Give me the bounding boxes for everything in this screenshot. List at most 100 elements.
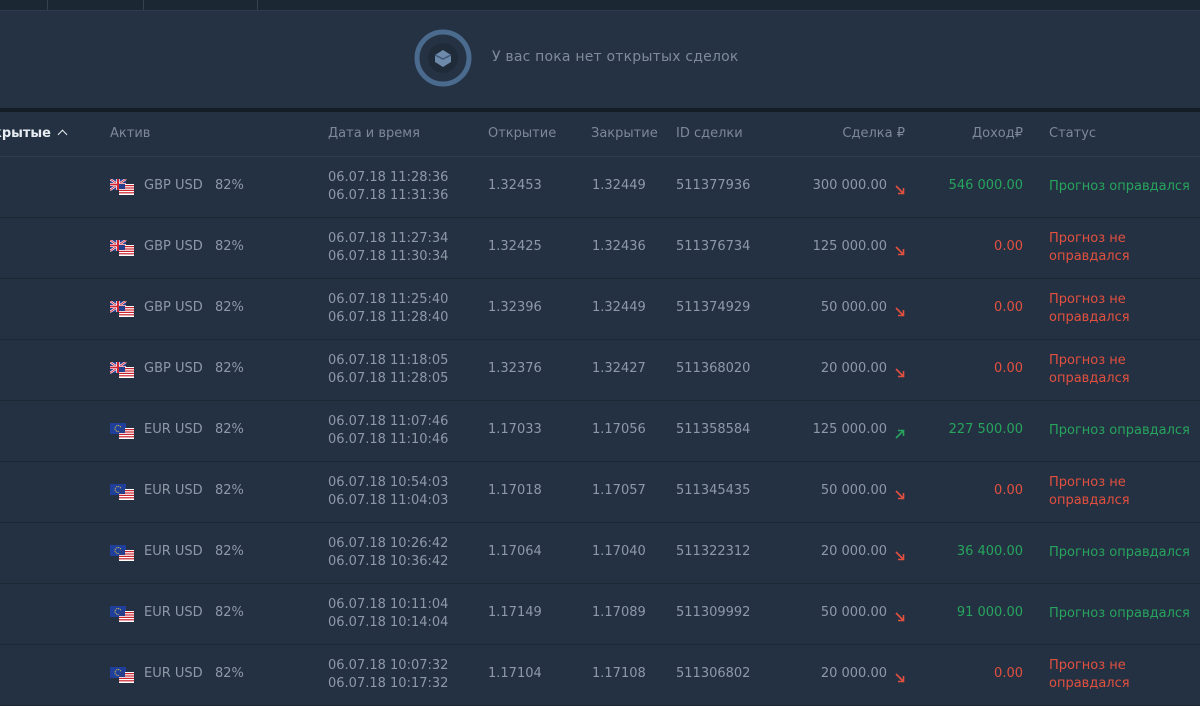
asset-name: GBP USD bbox=[144, 178, 203, 193]
close-price: 1.32449 bbox=[592, 178, 646, 193]
deal-amount: 20 000.00 bbox=[820, 666, 887, 681]
arrow-down-right-icon bbox=[894, 547, 906, 561]
deal-datetime: 06.07.18 11:07:46 06.07.18 11:10:46 bbox=[328, 413, 448, 449]
deal-id: 511306802 bbox=[676, 666, 751, 681]
deal-income: 0.00 bbox=[994, 666, 1023, 681]
close-price: 1.17108 bbox=[592, 666, 646, 681]
deal-income: 0.00 bbox=[994, 361, 1023, 376]
asset-payout: 82% bbox=[215, 300, 244, 315]
table-row[interactable]: EUR USD 82% 06.07.18 11:07:46 06.07.18 11:1… bbox=[0, 401, 1200, 462]
deal-datetime: 06.07.18 11:18:05 06.07.18 11:28:05 bbox=[328, 352, 448, 388]
deal-income: 0.00 bbox=[994, 483, 1023, 498]
deal-amount: 50 000.00 bbox=[820, 605, 887, 620]
empty-deals-message: У вас пока нет открытых сделок bbox=[492, 49, 739, 65]
table-row[interactable]: GBP USD 82% 06.07.18 11:18:05 06.07.18 11:2… bbox=[0, 340, 1200, 401]
open-price: 1.32376 bbox=[488, 361, 542, 376]
deal-amount: 20 000.00 bbox=[820, 361, 887, 376]
arrow-up-right-icon bbox=[894, 425, 906, 439]
sort-label: крытые bbox=[0, 126, 51, 141]
deal-status: Прогноз не оправдался bbox=[1049, 474, 1130, 510]
closed-deals-sort-toggle[interactable]: крытые bbox=[0, 126, 68, 141]
deal-id: 511358584 bbox=[676, 422, 751, 437]
deal-status: Прогноз оправдался bbox=[1049, 605, 1190, 623]
deal-open-time: 06.07.18 11:25:40 bbox=[328, 292, 449, 307]
table-row[interactable]: EUR USD 82% 06.07.18 10:26:42 06.07.18 10:3… bbox=[0, 523, 1200, 584]
asset-name: GBP USD bbox=[144, 361, 203, 376]
table-row[interactable]: EUR USD 82% 06.07.18 10:54:03 06.07.18 11:0… bbox=[0, 462, 1200, 523]
deal-id: 511377936 bbox=[676, 178, 751, 193]
deal-status: Прогноз оправдался bbox=[1049, 544, 1190, 562]
deal-amount: 50 000.00 bbox=[820, 483, 887, 498]
deal-close-time: 06.07.18 11:30:34 bbox=[328, 249, 449, 264]
open-price: 1.17033 bbox=[488, 422, 542, 437]
gb-us-flag-icon bbox=[109, 178, 134, 195]
deal-status-line: Прогноз не bbox=[1049, 231, 1126, 246]
chevron-up-icon bbox=[57, 129, 68, 140]
deal-status-line: Прогноз не bbox=[1049, 353, 1126, 368]
close-price: 1.17056 bbox=[592, 422, 646, 437]
top-tab[interactable] bbox=[144, 0, 258, 10]
deal-status-line: Прогноз не bbox=[1049, 658, 1126, 673]
eu-us-flag-icon bbox=[110, 606, 134, 622]
deal-status-line: оправдался bbox=[1049, 493, 1130, 508]
close-price: 1.17040 bbox=[592, 544, 646, 559]
asset-payout: 82% bbox=[215, 605, 244, 620]
deal-status-line: Прогноз оправдался bbox=[1049, 606, 1190, 621]
close-price: 1.32427 bbox=[592, 361, 646, 376]
top-tab[interactable] bbox=[48, 0, 144, 10]
asset-name: EUR USD bbox=[144, 422, 203, 437]
table-row[interactable]: GBP USD 82% 06.07.18 11:27:34 06.07.18 11:3… bbox=[0, 218, 1200, 279]
deal-status-line: Прогноз оправдался bbox=[1049, 423, 1190, 438]
deal-close-time: 06.07.18 10:14:04 bbox=[328, 615, 449, 630]
deal-datetime: 06.07.18 10:26:42 06.07.18 10:36:42 bbox=[328, 535, 448, 571]
deal-status-line: Прогноз оправдался bbox=[1049, 545, 1190, 560]
arrow-down-right-icon bbox=[894, 303, 906, 317]
top-tab[interactable] bbox=[0, 0, 48, 10]
table-row[interactable]: GBP USD 82% 06.07.18 11:25:40 06.07.18 11:2… bbox=[0, 279, 1200, 340]
close-price: 1.32436 bbox=[592, 239, 646, 254]
deal-id: 511368020 bbox=[676, 361, 751, 376]
deal-datetime: 06.07.18 10:54:03 06.07.18 11:04:03 bbox=[328, 474, 448, 510]
deal-id: 511374929 bbox=[676, 300, 751, 315]
deal-amount: 50 000.00 bbox=[820, 300, 887, 315]
header-open: Открытие bbox=[488, 126, 557, 141]
arrow-down-right-icon bbox=[894, 608, 906, 622]
arrow-down-right-icon bbox=[894, 486, 906, 500]
deal-open-time: 06.07.18 10:26:42 bbox=[328, 536, 449, 551]
deal-open-time: 06.07.18 11:18:05 bbox=[328, 353, 449, 368]
header-id: ID сделки bbox=[676, 126, 743, 141]
eu-us-flag-icon bbox=[110, 545, 134, 561]
asset-name: EUR USD bbox=[144, 605, 203, 620]
deal-close-time: 06.07.18 11:28:40 bbox=[328, 310, 449, 325]
asset-payout: 82% bbox=[215, 239, 244, 254]
table-row[interactable]: EUR USD 82% 06.07.18 10:11:04 06.07.18 10:1… bbox=[0, 584, 1200, 645]
deal-open-time: 06.07.18 11:28:36 bbox=[328, 170, 449, 185]
deal-amount: 20 000.00 bbox=[820, 544, 887, 559]
deal-status-line: Прогноз оправдался bbox=[1049, 179, 1190, 194]
deal-close-time: 06.07.18 11:10:46 bbox=[328, 432, 449, 447]
open-price: 1.17064 bbox=[488, 544, 542, 559]
deal-status-line: оправдался bbox=[1049, 676, 1130, 691]
gb-us-flag-icon bbox=[109, 361, 134, 378]
deal-status: Прогноз оправдался bbox=[1049, 422, 1190, 440]
asset-payout: 82% bbox=[215, 178, 244, 193]
deal-status: Прогноз не оправдался bbox=[1049, 352, 1130, 388]
header-close: Закрытие bbox=[591, 126, 658, 141]
close-price: 1.32449 bbox=[592, 300, 646, 315]
header-status: Статус bbox=[1049, 126, 1097, 141]
deal-status: Прогноз не оправдался bbox=[1049, 291, 1130, 327]
table-row[interactable]: GBP USD 82% 06.07.18 11:28:36 06.07.18 11:3… bbox=[0, 157, 1200, 218]
open-price: 1.32453 bbox=[488, 178, 542, 193]
open-price: 1.17018 bbox=[488, 483, 542, 498]
deal-open-time: 06.07.18 10:11:04 bbox=[328, 597, 449, 612]
asset-name: GBP USD bbox=[144, 239, 203, 254]
deal-close-time: 06.07.18 11:28:05 bbox=[328, 371, 449, 386]
asset-payout: 82% bbox=[215, 666, 244, 681]
eu-us-flag-icon bbox=[110, 484, 134, 500]
close-price: 1.17057 bbox=[592, 483, 646, 498]
deal-income: 0.00 bbox=[994, 239, 1023, 254]
asset-payout: 82% bbox=[215, 544, 244, 559]
deal-id: 511376734 bbox=[676, 239, 751, 254]
deal-amount: 125 000.00 bbox=[812, 422, 887, 437]
table-row[interactable]: EUR USD 82% 06.07.18 10:07:32 06.07.18 10:1… bbox=[0, 645, 1200, 706]
